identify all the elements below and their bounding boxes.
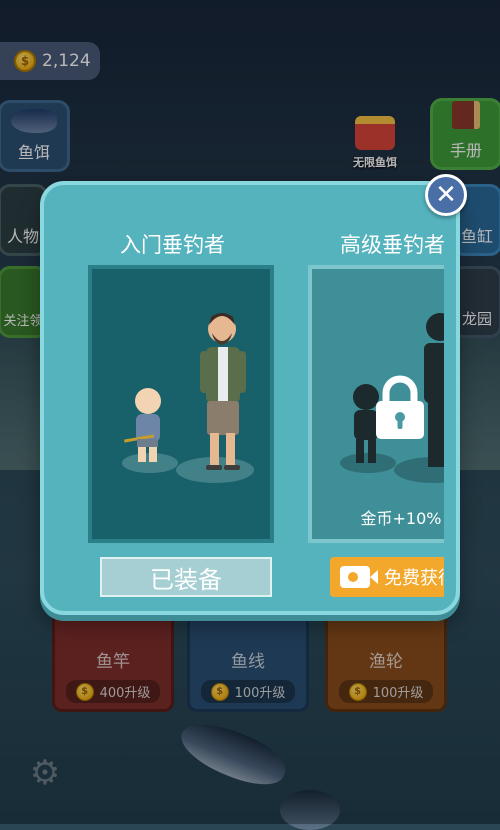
close-icon: ✕ <box>435 180 457 210</box>
character-card-advanced[interactable]: 金币+10% <box>308 265 444 543</box>
close-button[interactable]: ✕ <box>425 174 467 216</box>
character-card-beginner[interactable] <box>88 265 274 543</box>
character-title: 高级垂钓者 <box>340 233 444 257</box>
free-unlock-label: 免费获得 <box>384 568 444 589</box>
free-unlock-button[interactable]: 免费获得 <box>330 557 444 597</box>
equipped-button[interactable]: 已装备 <box>100 557 272 597</box>
character-title: 入门垂钓者 <box>120 233 225 257</box>
coin-bonus: 金币+10% <box>360 509 442 528</box>
video-icon <box>340 566 378 588</box>
angler-figures <box>124 313 246 470</box>
character-select-modal: 入门垂钓者 已装备 高级垂钓者 金币+10% 免费获 <box>40 181 460 615</box>
lock-icon <box>376 375 424 439</box>
character-carousel[interactable]: 入门垂钓者 已装备 高级垂钓者 金币+10% 免费获 <box>44 185 444 611</box>
